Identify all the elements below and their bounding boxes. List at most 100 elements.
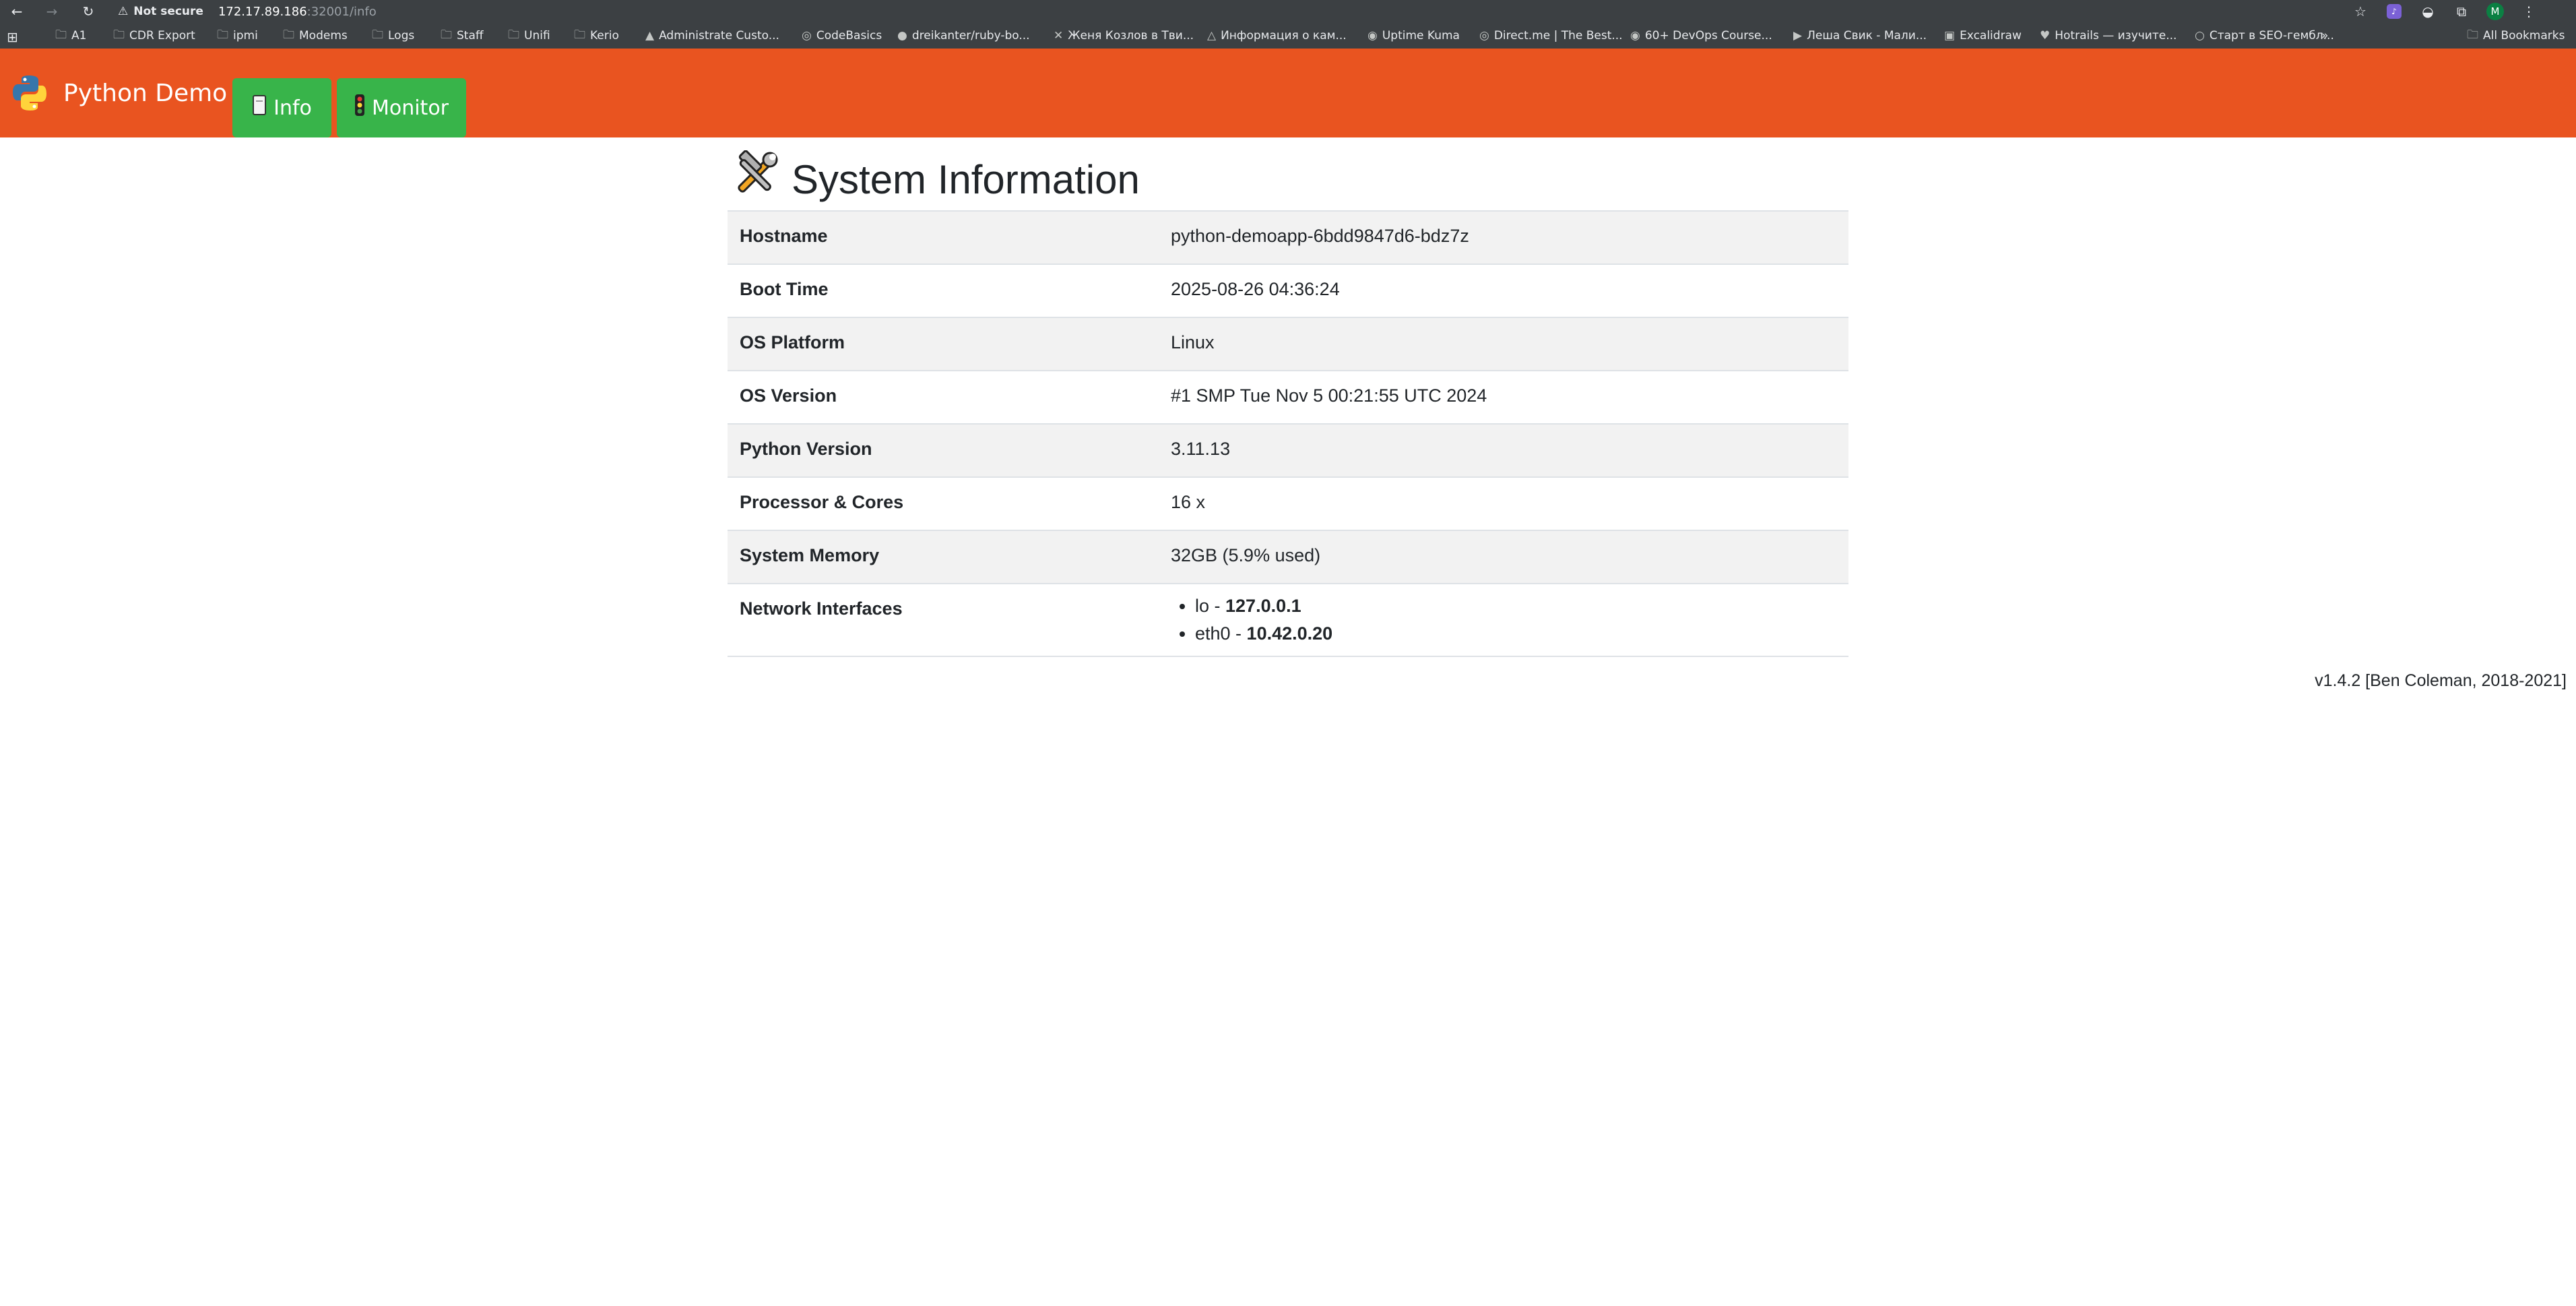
table-row: Hostname python-demoapp-6bdd9847d6-bdz7z [728, 210, 1848, 264]
row-label: Hostname [728, 210, 1159, 264]
row-value: python-demoapp-6bdd9847d6-bdz7z [1159, 210, 1848, 264]
row-value: 3.11.13 [1159, 423, 1848, 477]
warning-icon: ⚠ [118, 5, 129, 18]
brand-link[interactable]: Python Demo [9, 69, 227, 117]
interface-name: eth0 - [1195, 623, 1247, 644]
interface-name: lo - [1195, 596, 1226, 616]
document-icon [252, 94, 267, 121]
all-bookmarks[interactable]: 🗀 All Bookmarks [2467, 23, 2565, 49]
google-drive-icon: △ [1207, 29, 1217, 42]
bookmarks-bar: ⊞ 🗀 A1 🗀 CDR Export 🗀 ipmi 🗀 Modems 🗀 Logs 🗀 Staff 🗀… [0, 23, 2576, 49]
bookmark-item[interactable]: ▶ Леша Свик - Мали... [1793, 23, 1927, 49]
menu-kebab-icon[interactable]: ⋮ [2519, 2, 2538, 21]
version-footer: v1.4.2 [Ben Coleman, 2018-2021] [2315, 671, 2567, 690]
folder-icon: 🗀 [574, 28, 585, 42]
bookmark-item[interactable]: 🗀 Kerio [574, 23, 619, 49]
extension-icon[interactable]: ♪ [2385, 2, 2404, 21]
network-interface-item: lo - 127.0.0.1 [1195, 592, 1836, 620]
network-interface-item: eth0 - 10.42.0.20 [1195, 620, 1836, 648]
bookmark-item[interactable]: ◉ Uptime Kuma [1367, 23, 1460, 49]
network-interfaces-list: lo - 127.0.0.1eth0 - 10.42.0.20 [1159, 583, 1848, 657]
more-bookmarks-icon[interactable]: » [2321, 23, 2328, 49]
table-row: OS Version #1 SMP Tue Nov 5 00:21:55 UTC … [728, 370, 1848, 424]
uptime-kuma-icon: ◉ [1367, 29, 1378, 42]
bookmark-item[interactable]: △ Информация о кам... [1207, 23, 1347, 49]
bookmark-item[interactable]: 🗀 Staff [441, 23, 484, 49]
site-favicon-icon: ◉ [1630, 29, 1640, 42]
page-title: System Information [731, 150, 1140, 209]
bookmark-item[interactable]: 🗀 ipmi [217, 23, 258, 49]
bookmark-item[interactable]: 🗀 CDR Export [113, 23, 195, 49]
row-value: 16 x [1159, 476, 1848, 530]
nav-monitor-button[interactable]: Monitor [337, 78, 466, 137]
folder-icon: 🗀 [372, 28, 383, 42]
bookmark-item[interactable]: ♥ Hotrails — изучите... [2040, 23, 2177, 49]
row-label: Network Interfaces [728, 583, 1159, 657]
system-info-table: Hostname python-demoapp-6bdd9847d6-bdz7z B… [728, 210, 1848, 657]
bookmark-item[interactable]: ▣ Excalidraw [1944, 23, 2022, 49]
brand-title: Python Demo [63, 79, 228, 107]
site-favicon-icon: ▲ [645, 29, 655, 42]
nav-info-label: Info [273, 96, 312, 120]
github-icon: ● [897, 29, 907, 42]
bookmark-item[interactable]: 🗀 Logs [372, 23, 414, 49]
bookmark-item[interactable]: 🗀 A1 [55, 23, 86, 49]
site-favicon-icon: ◎ [1479, 29, 1489, 42]
url-host: 172.17.89.186 [218, 4, 307, 19]
folder-icon: 🗀 [217, 28, 228, 42]
page-title-text: System Information [792, 156, 1140, 202]
row-label: System Memory [728, 530, 1159, 584]
youtube-icon: ▶ [1793, 29, 1803, 42]
site-favicon-icon: ○ [2195, 29, 2205, 42]
url-path: :32001/info [307, 4, 377, 19]
nav-monitor-label: Monitor [371, 96, 449, 120]
codebasics-favicon-icon: ◎ [802, 29, 812, 42]
browser-toolbar: ← → ↻ ⚠ Not secure 172.17.89.186:32001/i… [0, 0, 2576, 23]
excalidraw-icon: ▣ [1944, 29, 1956, 42]
bookmark-item[interactable]: ▲ Administrate Custo... [645, 23, 779, 49]
row-value: #1 SMP Tue Nov 5 00:21:55 UTC 2024 [1159, 370, 1848, 424]
bookmark-item[interactable]: ● dreikanter/ruby-bo... [897, 23, 1030, 49]
table-row: System Memory 32GB (5.9% used) [728, 530, 1848, 584]
row-label: OS Version [728, 370, 1159, 424]
row-label: Python Version [728, 423, 1159, 477]
table-row: Processor & Cores 16 x [728, 476, 1848, 530]
folder-icon: 🗀 [283, 28, 294, 42]
traffic-light-icon [354, 94, 365, 122]
apps-grid-icon[interactable]: ⊞ [7, 29, 18, 45]
bookmark-item[interactable]: 🗀 Unifi [508, 23, 550, 49]
nav-info-button[interactable]: Info [232, 78, 331, 137]
hammer-wrench-icon [731, 150, 779, 208]
extension-icon[interactable]: ◒ [2418, 2, 2437, 21]
bookmark-item[interactable]: ✕ Женя Козлов в Тви... [1054, 23, 1194, 49]
row-label: OS Platform [728, 317, 1159, 371]
forward-icon[interactable]: → [43, 3, 61, 20]
bookmark-item[interactable]: ◎ Direct.me | The Best... [1479, 23, 1623, 49]
folder-icon: 🗀 [441, 28, 452, 42]
interface-ip: 10.42.0.20 [1246, 623, 1333, 644]
folder-icon: 🗀 [113, 28, 125, 42]
row-value: 2025-08-26 04:36:24 [1159, 263, 1848, 317]
hotrails-icon: ♥ [2040, 29, 2051, 42]
table-row: Boot Time 2025-08-26 04:36:24 [728, 263, 1848, 317]
reload-icon[interactable]: ↻ [79, 3, 97, 20]
security-label[interactable]: Not secure [133, 5, 203, 18]
row-value: Linux [1159, 317, 1848, 371]
folder-icon: 🗀 [508, 28, 519, 42]
bookmark-star-icon[interactable]: ☆ [2351, 2, 2370, 21]
table-row-network: Network Interfaceslo - 127.0.0.1eth0 - 1… [728, 583, 1848, 657]
profile-avatar[interactable]: M [2486, 2, 2505, 21]
address-bar[interactable]: ⚠ Not secure 172.17.89.186:32001/info [118, 1, 2354, 22]
folder-icon: 🗀 [2467, 28, 2478, 42]
bookmark-item[interactable]: 🗀 Modems [283, 23, 348, 49]
bookmark-item[interactable]: ◉ 60+ DevOps Course... [1630, 23, 1772, 49]
back-icon[interactable]: ← [8, 3, 26, 20]
row-value: 32GB (5.9% used) [1159, 530, 1848, 584]
bookmark-item[interactable]: ○ Старт в SEO-гембл... [2195, 23, 2334, 49]
table-row: Python Version 3.11.13 [728, 423, 1848, 477]
row-label: Boot Time [728, 263, 1159, 317]
folder-icon: 🗀 [55, 28, 67, 42]
interface-ip: 127.0.0.1 [1225, 596, 1301, 616]
extensions-puzzle-icon[interactable]: ⧉ [2452, 2, 2471, 21]
bookmark-item[interactable]: ◎ CodeBasics [802, 23, 882, 49]
